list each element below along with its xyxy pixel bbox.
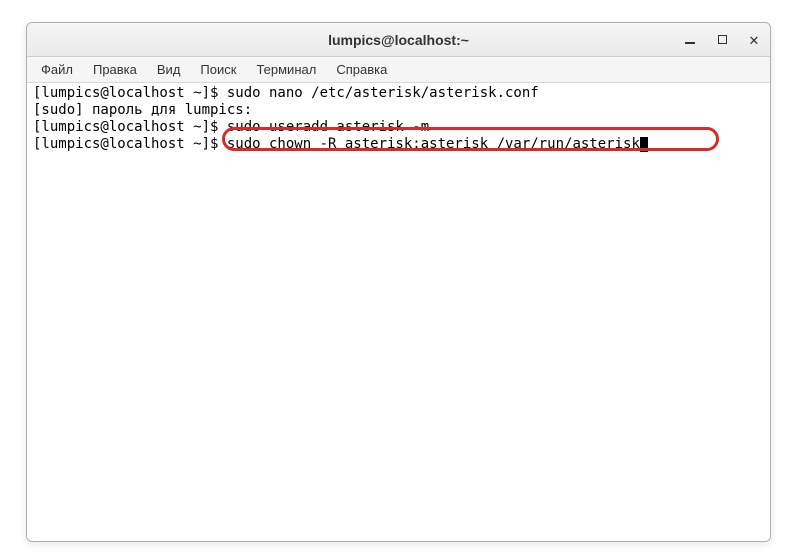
maximize-button[interactable] (712, 30, 732, 50)
menu-edit[interactable]: Правка (83, 59, 147, 80)
maximize-icon (718, 35, 727, 44)
menubar: Файл Правка Вид Поиск Терминал Справка (27, 57, 770, 83)
terminal-text: [lumpics@localhost ~]$ sudo chown -R ast… (33, 136, 640, 152)
close-button[interactable]: ✕ (744, 30, 764, 50)
window-controls: ✕ (680, 30, 764, 50)
menu-help[interactable]: Справка (326, 59, 397, 80)
terminal-line: [lumpics@localhost ~]$ sudo useradd aste… (33, 119, 764, 136)
text-cursor (640, 137, 648, 152)
terminal-window: lumpics@localhost:~ ✕ Файл Правка Вид По… (26, 22, 771, 542)
menu-view[interactable]: Вид (147, 59, 191, 80)
menu-terminal[interactable]: Терминал (246, 59, 326, 80)
minimize-icon (685, 42, 695, 44)
menu-file[interactable]: Файл (31, 59, 83, 80)
menu-search[interactable]: Поиск (190, 59, 246, 80)
terminal-line: [sudo] пароль для lumpics: (33, 102, 764, 119)
minimize-button[interactable] (680, 30, 700, 50)
titlebar: lumpics@localhost:~ ✕ (27, 23, 770, 57)
terminal-line: [lumpics@localhost ~]$ sudo chown -R ast… (33, 136, 764, 153)
terminal-area[interactable]: [lumpics@localhost ~]$ sudo nano /etc/as… (27, 83, 770, 541)
window-title: lumpics@localhost:~ (328, 32, 469, 48)
close-icon: ✕ (749, 30, 759, 49)
terminal-line: [lumpics@localhost ~]$ sudo nano /etc/as… (33, 85, 764, 102)
